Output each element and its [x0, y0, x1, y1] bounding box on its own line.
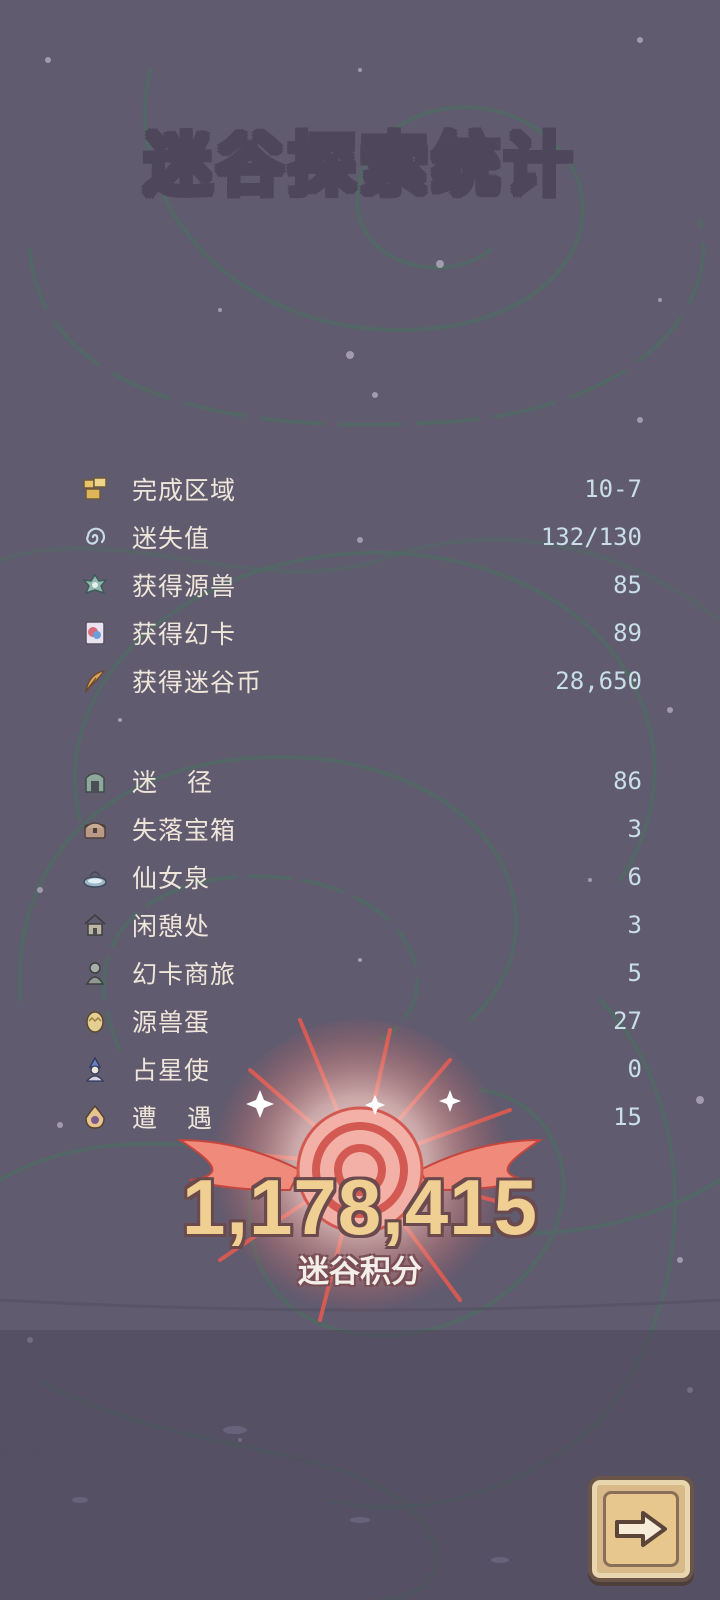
stat-row-coins: 获得迷谷币 28,650	[82, 657, 642, 705]
arrow-right-icon	[615, 1511, 667, 1547]
next-button[interactable]	[588, 1476, 694, 1582]
score-value: 1,178,415	[181, 1163, 538, 1251]
path-gate-icon	[82, 768, 108, 794]
astrologer-icon	[82, 1056, 108, 1082]
stat-row-fairy-spring: 仙女泉 6	[82, 853, 642, 901]
stat-value: 5	[627, 959, 642, 987]
encounter-icon	[82, 1104, 108, 1130]
rest-hut-icon	[82, 912, 108, 938]
stat-label: 闲憩处	[132, 912, 211, 941]
stat-row-merchant: 幻卡商旅 5	[82, 949, 642, 997]
stat-label: 完成区域	[132, 476, 237, 505]
treasure-chest-icon	[82, 816, 108, 842]
stat-value: 86	[613, 767, 642, 795]
stat-value: 3	[627, 815, 642, 843]
stat-value: 28,650	[555, 667, 642, 695]
stat-value: 85	[613, 571, 642, 599]
stat-row-creatures: 获得源兽 85	[82, 561, 642, 609]
stat-label: 仙女泉	[132, 864, 211, 893]
creature-icon	[82, 572, 108, 598]
stat-value: 3	[627, 911, 642, 939]
map-pieces-icon	[82, 476, 108, 502]
stat-row-lost-value: 迷失值 132/130	[82, 513, 642, 561]
stat-value: 15	[613, 1103, 642, 1131]
stat-row-cards: 获得幻卡 89	[82, 609, 642, 657]
stat-label: 迷失值	[132, 524, 211, 553]
next-button-face[interactable]	[603, 1491, 679, 1567]
stat-label: 失落宝箱	[132, 816, 237, 845]
stat-row-completed-area: 完成区域 10-7	[82, 465, 642, 513]
merchant-icon	[82, 960, 108, 986]
card-icon	[82, 620, 108, 646]
egg-icon	[82, 1008, 108, 1034]
stat-row-rest: 闲憩处 3	[82, 901, 642, 949]
stat-value: 132/130	[540, 523, 642, 551]
fairy-spring-icon	[82, 864, 108, 890]
stat-row-chests: 失落宝箱 3	[82, 805, 642, 853]
stat-row-paths: 迷径 86	[82, 757, 642, 805]
stat-label: 获得幻卡	[132, 620, 237, 649]
feather-coin-icon	[82, 668, 108, 694]
score-label: 迷谷积分	[298, 1254, 422, 1290]
stat-label: 获得迷谷币	[132, 668, 263, 697]
stat-value: 89	[613, 619, 642, 647]
stat-label: 幻卡商旅	[132, 960, 237, 989]
page-title-text: 迷谷探索统计	[143, 127, 576, 206]
swirl-icon	[82, 524, 108, 550]
stat-value: 10-7	[584, 475, 642, 503]
page-title: 迷谷探索统计	[0, 110, 720, 209]
summary-stats-list: 完成区域 10-7 迷失值 132/130 获得源兽 85 获得幻卡 89 获得…	[82, 465, 642, 705]
exploration-stats-screen: 迷谷探索统计 完成区域 10-7 迷失值 132/130 获得源兽 85 获得幻…	[0, 0, 720, 1600]
stat-label: 迷径	[132, 768, 243, 797]
stat-value: 0	[627, 1055, 642, 1083]
stat-value: 27	[613, 1007, 642, 1035]
stat-value: 6	[627, 863, 642, 891]
stat-label: 获得源兽	[132, 572, 237, 601]
